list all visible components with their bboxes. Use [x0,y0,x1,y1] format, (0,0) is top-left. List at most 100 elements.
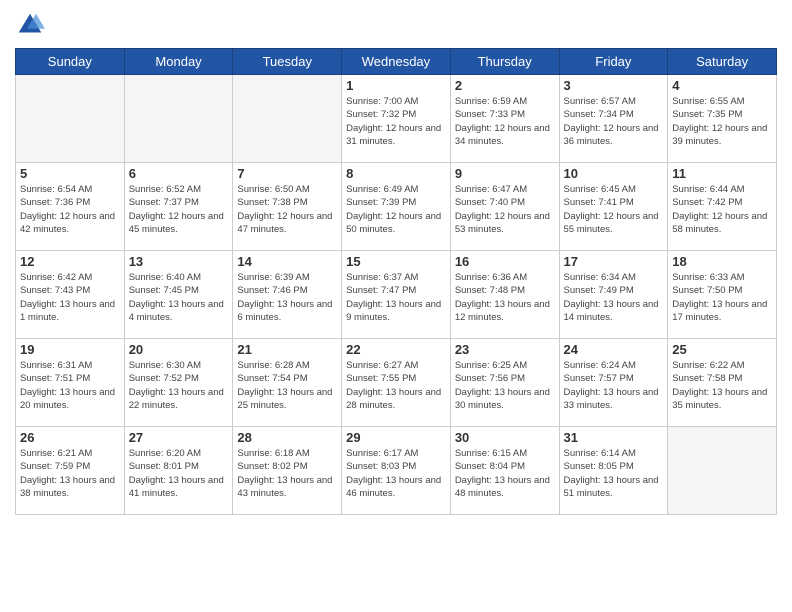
day-info: Sunrise: 6:39 AM Sunset: 7:46 PM Dayligh… [237,271,337,324]
day-header-tuesday: Tuesday [233,49,342,75]
week-row-4: 26Sunrise: 6:21 AM Sunset: 7:59 PM Dayli… [16,427,777,515]
week-row-0: 1Sunrise: 7:00 AM Sunset: 7:32 PM Daylig… [16,75,777,163]
calendar-cell: 5 Sunrise: 6:54 AM Sunset: 7:36 PM Daylig… [16,163,125,251]
day-number: 30 [455,430,555,445]
calendar-cell: 26Sunrise: 6:21 AM Sunset: 7:59 PM Dayli… [16,427,125,515]
day-number: 17 [564,254,664,269]
calendar-cell: 10 Sunrise: 6:45 AM Sunset: 7:41 PM Dayli… [559,163,668,251]
day-number: 8 [346,166,446,181]
calendar-cell: 6 Sunrise: 6:52 AM Sunset: 7:37 PM Daylig… [124,163,233,251]
day-info: Sunrise: 6:15 AM Sunset: 8:04 PM Dayligh… [455,447,555,500]
calendar-cell: 13 Sunrise: 6:40 AM Sunset: 7:45 PM Dayli… [124,251,233,339]
calendar-cell: 19 Sunrise: 6:31 AM Sunset: 7:51 PM Dayli… [16,339,125,427]
day-info: Sunrise: 6:34 AM Sunset: 7:49 PM Dayligh… [564,271,664,324]
day-number: 29 [346,430,446,445]
day-header-thursday: Thursday [450,49,559,75]
page: SundayMondayTuesdayWednesdayThursdayFrid… [0,0,792,612]
calendar-cell: 12 Sunrise: 6:42 AM Sunset: 7:43 PM Dayli… [16,251,125,339]
calendar-cell: 7 Sunrise: 6:50 AM Sunset: 7:38 PM Daylig… [233,163,342,251]
day-info: Sunrise: 6:21 AM Sunset: 7:59 PM Dayligh… [20,447,120,500]
calendar-cell: 15 Sunrise: 6:37 AM Sunset: 7:47 PM Dayli… [342,251,451,339]
calendar-cell: 9Sunrise: 6:47 AM Sunset: 7:40 PM Daylig… [450,163,559,251]
calendar-cell: 27 Sunrise: 6:20 AM Sunset: 8:01 PM Dayli… [124,427,233,515]
day-info: Sunrise: 6:40 AM Sunset: 7:45 PM Dayligh… [129,271,229,324]
day-info: Sunrise: 6:18 AM Sunset: 8:02 PM Dayligh… [237,447,337,500]
day-info: Sunrise: 6:33 AM Sunset: 7:50 PM Dayligh… [672,271,772,324]
day-number: 5 [20,166,120,181]
day-info: Sunrise: 6:45 AM Sunset: 7:41 PM Dayligh… [564,183,664,236]
calendar-cell: 11 Sunrise: 6:44 AM Sunset: 7:42 PM Dayli… [668,163,777,251]
day-number: 6 [129,166,229,181]
days-header-row: SundayMondayTuesdayWednesdayThursdayFrid… [16,49,777,75]
day-info: Sunrise: 6:49 AM Sunset: 7:39 PM Dayligh… [346,183,446,236]
day-number: 25 [672,342,772,357]
day-header-saturday: Saturday [668,49,777,75]
day-number: 19 [20,342,120,357]
day-number: 28 [237,430,337,445]
calendar-cell: 14 Sunrise: 6:39 AM Sunset: 7:46 PM Dayli… [233,251,342,339]
calendar-cell: 17 Sunrise: 6:34 AM Sunset: 7:49 PM Dayli… [559,251,668,339]
day-number: 10 [564,166,664,181]
day-number: 13 [129,254,229,269]
day-number: 22 [346,342,446,357]
day-info: Sunrise: 6:42 AM Sunset: 7:43 PM Dayligh… [20,271,120,324]
day-info: Sunrise: 6:14 AM Sunset: 8:05 PM Dayligh… [564,447,664,500]
calendar-cell: 31 Sunrise: 6:14 AM Sunset: 8:05 PM Dayli… [559,427,668,515]
week-row-2: 12 Sunrise: 6:42 AM Sunset: 7:43 PM Dayli… [16,251,777,339]
calendar-cell: 21Sunrise: 6:28 AM Sunset: 7:54 PM Dayli… [233,339,342,427]
day-number: 27 [129,430,229,445]
day-number: 24 [564,342,664,357]
day-info: Sunrise: 6:50 AM Sunset: 7:38 PM Dayligh… [237,183,337,236]
calendar-cell: 4 Sunrise: 6:55 AM Sunset: 7:35 PM Daylig… [668,75,777,163]
calendar-cell [124,75,233,163]
day-info: Sunrise: 6:31 AM Sunset: 7:51 PM Dayligh… [20,359,120,412]
day-info: Sunrise: 6:44 AM Sunset: 7:42 PM Dayligh… [672,183,772,236]
calendar-cell: 20Sunrise: 6:30 AM Sunset: 7:52 PM Dayli… [124,339,233,427]
calendar-cell: 2 Sunrise: 6:59 AM Sunset: 7:33 PM Daylig… [450,75,559,163]
day-number: 1 [346,78,446,93]
day-number: 2 [455,78,555,93]
day-info: Sunrise: 6:37 AM Sunset: 7:47 PM Dayligh… [346,271,446,324]
day-number: 11 [672,166,772,181]
day-number: 12 [20,254,120,269]
calendar-cell: 29 Sunrise: 6:17 AM Sunset: 8:03 PM Dayli… [342,427,451,515]
day-number: 9 [455,166,555,181]
day-info: Sunrise: 6:20 AM Sunset: 8:01 PM Dayligh… [129,447,229,500]
calendar-cell: 16Sunrise: 6:36 AM Sunset: 7:48 PM Dayli… [450,251,559,339]
logo-icon [15,10,45,40]
day-info: Sunrise: 6:27 AM Sunset: 7:55 PM Dayligh… [346,359,446,412]
day-number: 15 [346,254,446,269]
day-info: Sunrise: 6:59 AM Sunset: 7:33 PM Dayligh… [455,95,555,148]
calendar-cell: 30 Sunrise: 6:15 AM Sunset: 8:04 PM Dayli… [450,427,559,515]
calendar-cell: 24 Sunrise: 6:24 AM Sunset: 7:57 PM Dayli… [559,339,668,427]
calendar-cell: 8 Sunrise: 6:49 AM Sunset: 7:39 PM Daylig… [342,163,451,251]
day-header-wednesday: Wednesday [342,49,451,75]
day-number: 14 [237,254,337,269]
day-info: Sunrise: 6:24 AM Sunset: 7:57 PM Dayligh… [564,359,664,412]
calendar-cell: 25 Sunrise: 6:22 AM Sunset: 7:58 PM Dayli… [668,339,777,427]
day-info: Sunrise: 6:17 AM Sunset: 8:03 PM Dayligh… [346,447,446,500]
day-number: 16 [455,254,555,269]
day-info: Sunrise: 6:57 AM Sunset: 7:34 PM Dayligh… [564,95,664,148]
day-info: Sunrise: 6:22 AM Sunset: 7:58 PM Dayligh… [672,359,772,412]
day-header-friday: Friday [559,49,668,75]
day-number: 31 [564,430,664,445]
calendar-cell: 1Sunrise: 7:00 AM Sunset: 7:32 PM Daylig… [342,75,451,163]
calendar-cell [668,427,777,515]
day-info: Sunrise: 6:25 AM Sunset: 7:56 PM Dayligh… [455,359,555,412]
day-info: Sunrise: 6:54 AM Sunset: 7:36 PM Dayligh… [20,183,120,236]
day-info: Sunrise: 6:52 AM Sunset: 7:37 PM Dayligh… [129,183,229,236]
day-number: 7 [237,166,337,181]
calendar-cell [16,75,125,163]
day-number: 4 [672,78,772,93]
calendar-cell: 18 Sunrise: 6:33 AM Sunset: 7:50 PM Dayli… [668,251,777,339]
calendar-cell: 3Sunrise: 6:57 AM Sunset: 7:34 PM Daylig… [559,75,668,163]
calendar-table: SundayMondayTuesdayWednesdayThursdayFrid… [15,48,777,515]
day-number: 18 [672,254,772,269]
calendar-cell: 28 Sunrise: 6:18 AM Sunset: 8:02 PM Dayli… [233,427,342,515]
header [15,10,777,40]
logo [15,10,49,40]
day-info: Sunrise: 6:30 AM Sunset: 7:52 PM Dayligh… [129,359,229,412]
day-info: Sunrise: 6:55 AM Sunset: 7:35 PM Dayligh… [672,95,772,148]
calendar-cell: 23Sunrise: 6:25 AM Sunset: 7:56 PM Dayli… [450,339,559,427]
